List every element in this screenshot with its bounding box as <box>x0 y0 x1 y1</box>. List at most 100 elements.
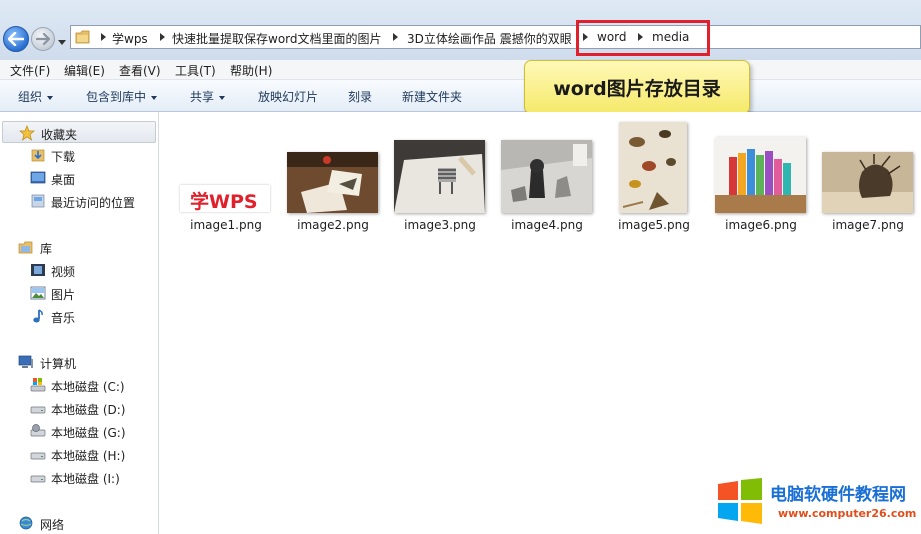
new-folder-button[interactable]: 新建文件夹 <box>402 88 462 105</box>
nav-favorites-label: 收藏夹 <box>41 128 78 142</box>
nav-drive-label: 本地磁盘 (D:) <box>51 403 126 417</box>
nav-videos-label: 视频 <box>51 265 76 279</box>
nav-drive-d[interactable]: 本地磁盘 (D:) <box>0 397 158 419</box>
breadcrumb-separator[interactable] <box>160 33 165 41</box>
chevron-down-icon <box>47 95 54 100</box>
downloads-icon <box>31 149 45 162</box>
breadcrumb-separator[interactable] <box>101 33 106 41</box>
chevron-down-icon <box>219 95 226 100</box>
hard-drive-icon <box>30 452 46 460</box>
chevron-down-icon <box>58 40 66 45</box>
nav-music[interactable]: 音乐 <box>0 305 158 327</box>
thumbnail-image <box>619 122 687 213</box>
organize-button[interactable]: 组织 <box>18 88 54 105</box>
video-icon <box>31 264 45 276</box>
nav-desktop-label: 桌面 <box>51 173 76 187</box>
removable-drive-icon <box>30 424 46 437</box>
chevron-down-icon <box>151 95 158 100</box>
watermark-title: 电脑软硬件教程网 <box>770 485 906 505</box>
address-bar-row: 学wps 快速批量提取保存word文档里面的图片 3D立体绘画作品 震撼你的双眼… <box>0 0 921 60</box>
nav-drive-g[interactable]: 本地磁盘 (G:) <box>0 420 158 442</box>
library-icon <box>18 241 33 254</box>
explorer-window: 学wps 快速批量提取保存word文档里面的图片 3D立体绘画作品 震撼你的双眼… <box>0 0 921 534</box>
include-library-label: 包含到库中 <box>86 90 147 104</box>
highlight-annotation-box <box>576 20 710 56</box>
back-button[interactable] <box>3 26 29 52</box>
nav-recent-label: 最近访问的位置 <box>51 196 136 210</box>
file-item[interactable]: 学WPS image1.png <box>173 132 273 232</box>
file-name: image1.png <box>190 218 262 232</box>
music-note-icon <box>33 309 43 323</box>
windows-logo-icon <box>718 478 762 524</box>
thumbnail-logo-text: 学WPS <box>190 191 258 213</box>
forward-button[interactable] <box>31 27 55 51</box>
menu-view[interactable]: 查看(V) <box>119 62 161 79</box>
star-icon <box>19 125 35 141</box>
nav-libraries-label: 库 <box>40 242 53 256</box>
arrow-left-icon <box>8 32 24 46</box>
nav-pictures-label: 图片 <box>51 288 76 302</box>
file-name: image5.png <box>618 218 690 232</box>
site-watermark: 电脑软硬件教程网 www.computer26.com <box>716 476 916 526</box>
nav-network-label: 网络 <box>40 518 65 532</box>
address-bar[interactable]: 学wps 快速批量提取保存word文档里面的图片 3D立体绘画作品 震撼你的双眼… <box>70 25 921 49</box>
nav-libraries[interactable]: 库 <box>0 236 158 258</box>
desktop-icon <box>30 171 46 184</box>
menu-tools[interactable]: 工具(T) <box>175 62 216 79</box>
nav-drive-label: 本地磁盘 (H:) <box>51 449 126 463</box>
nav-favorites[interactable]: 收藏夹 <box>2 121 156 143</box>
nav-downloads[interactable]: 下载 <box>0 144 158 166</box>
nav-pictures[interactable]: 图片 <box>0 282 158 304</box>
file-item[interactable]: image3.png <box>390 132 490 232</box>
file-name: image3.png <box>404 218 476 232</box>
callout-annotation: word图片存放目录 <box>524 60 750 114</box>
menu-help[interactable]: 帮助(H) <box>230 62 272 79</box>
nav-music-label: 音乐 <box>51 311 76 325</box>
thumbnail-image: 学WPS <box>180 185 270 213</box>
computer-icon <box>18 355 33 368</box>
file-list-area: 学WPS image1.png image2.png image3.png im… <box>160 112 921 534</box>
file-name: image2.png <box>297 218 369 232</box>
file-item[interactable]: image5.png <box>604 122 704 232</box>
nav-drive-c[interactable]: 本地磁盘 (C:) <box>0 374 158 396</box>
file-name: image7.png <box>832 218 904 232</box>
file-item[interactable]: image7.png <box>818 132 918 232</box>
nav-drive-i[interactable]: 本地磁盘 (I:) <box>0 466 158 488</box>
include-in-library-button[interactable]: 包含到库中 <box>86 88 158 105</box>
thumbnail-image <box>287 152 378 213</box>
share-button[interactable]: 共享 <box>190 88 226 105</box>
nav-network[interactable]: 网络 <box>0 512 158 534</box>
file-item[interactable]: image6.png <box>711 132 811 232</box>
thumbnail-image <box>822 152 913 213</box>
breadcrumb-item[interactable]: 学wps <box>112 30 148 47</box>
nav-drive-h[interactable]: 本地磁盘 (H:) <box>0 443 158 465</box>
recent-places-icon <box>31 194 45 208</box>
hard-drive-icon <box>30 475 46 483</box>
nav-desktop[interactable]: 桌面 <box>0 167 158 189</box>
file-name: image6.png <box>725 218 797 232</box>
menu-edit[interactable]: 编辑(E) <box>64 62 105 79</box>
breadcrumb-item[interactable]: 快速批量提取保存word文档里面的图片 <box>172 30 382 47</box>
recent-pages-dropdown[interactable] <box>58 35 66 45</box>
picture-icon <box>30 286 46 300</box>
file-item[interactable]: image4.png <box>497 132 597 232</box>
thumbnail-image <box>501 140 592 213</box>
system-drive-icon <box>30 378 46 392</box>
nav-recent[interactable]: 最近访问的位置 <box>0 190 158 212</box>
menu-bar: 文件(F) 编辑(E) 查看(V) 工具(T) 帮助(H) <box>0 60 921 80</box>
command-toolbar: 组织 包含到库中 共享 放映幻灯片 刻录 新建文件夹 <box>0 80 921 112</box>
breadcrumb-separator[interactable] <box>393 33 398 41</box>
network-icon <box>19 516 33 530</box>
nav-drive-label: 本地磁盘 (I:) <box>51 472 120 486</box>
thumbnail-image <box>394 140 485 213</box>
file-name: image4.png <box>511 218 583 232</box>
menu-file[interactable]: 文件(F) <box>10 62 50 79</box>
breadcrumb-item[interactable]: 3D立体绘画作品 震撼你的双眼 <box>407 30 572 47</box>
nav-computer[interactable]: 计算机 <box>0 351 158 373</box>
file-item[interactable]: image2.png <box>283 132 383 232</box>
thumbnail-image <box>715 137 806 213</box>
organize-label: 组织 <box>18 90 43 104</box>
nav-videos[interactable]: 视频 <box>0 259 158 281</box>
burn-button[interactable]: 刻录 <box>348 88 372 105</box>
slideshow-button[interactable]: 放映幻灯片 <box>258 88 318 105</box>
